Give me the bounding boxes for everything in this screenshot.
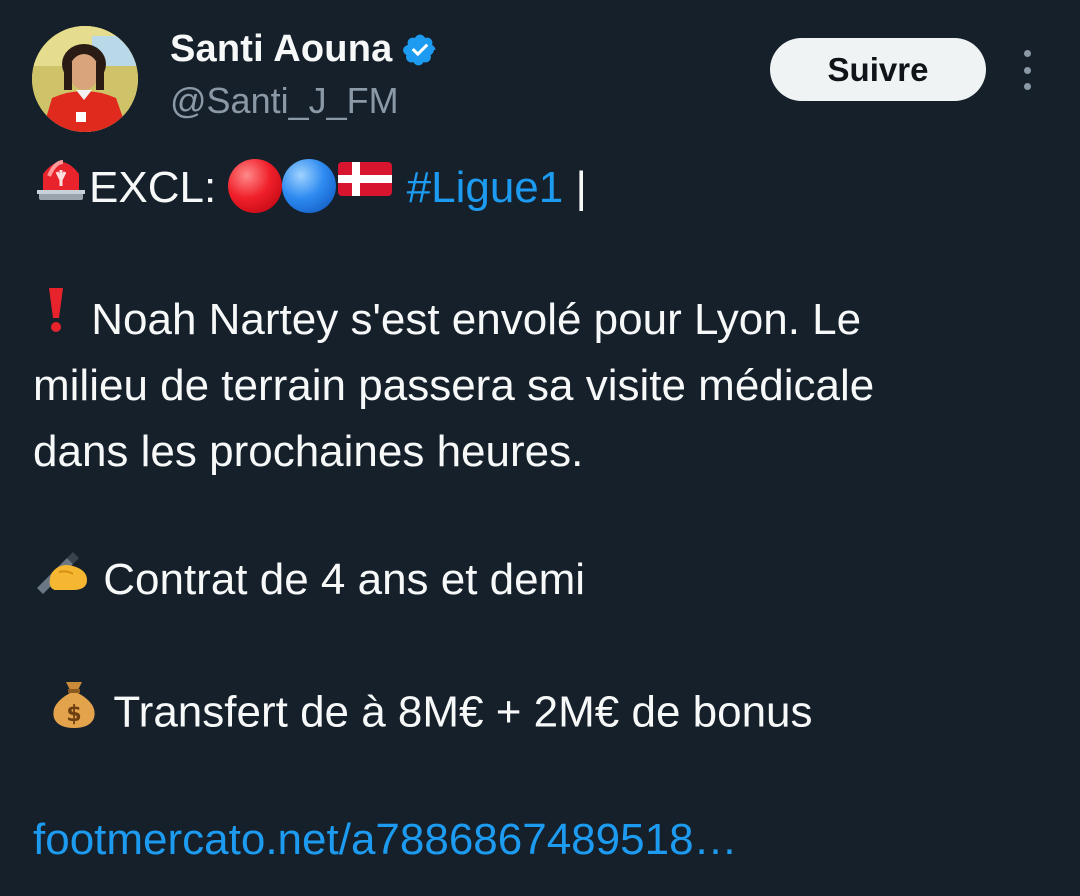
hashtag-link[interactable]: #Ligue1 — [407, 163, 564, 212]
separator: | — [563, 163, 587, 212]
tweet-line: milieu de terrain passera sa visite médi… — [33, 361, 875, 410]
more-dot — [1023, 66, 1031, 74]
para1-line1: Noah Nartey s'est envolé pour Lyon. Le — [79, 295, 862, 344]
author-handle[interactable]: @Santi_J_FM — [170, 80, 399, 122]
follow-button[interactable]: Suivre — [770, 38, 986, 101]
excl-label: EXCL: — [89, 163, 229, 212]
display-name[interactable]: Santi Aouna — [170, 28, 392, 71]
tweet-line: dans les prochaines heures. — [33, 427, 584, 476]
more-options-icon[interactable] — [1010, 50, 1044, 90]
tweet-line: Contrat de 4 ans et demi — [33, 548, 585, 616]
tweet-line: Noah Nartey s'est envolé pour Lyon. Le — [33, 288, 861, 356]
tweet-headline: EXCL: #Ligue1 | — [33, 156, 587, 224]
svg-text:$: $ — [66, 702, 81, 727]
more-dot — [1023, 50, 1031, 57]
tweet-card: Santi Aouna @Santi_J_FM Suivre EXCL: #Li… — [0, 0, 1080, 896]
verified-badge-icon — [402, 32, 438, 68]
author-name-row: Santi Aouna — [170, 28, 438, 71]
avatar[interactable] — [32, 26, 138, 132]
money-bag-icon: $ — [46, 674, 102, 748]
more-dot — [1023, 83, 1031, 90]
red-circle-icon — [228, 159, 283, 214]
transfer-text: Transfert de à 8M€ + 2M€ de bonus — [102, 687, 813, 737]
writing-hand-icon — [33, 544, 91, 612]
article-link[interactable]: footmercato.net/a7886867489518… — [33, 808, 738, 872]
exclamation-icon — [33, 284, 79, 352]
police-light-icon — [33, 152, 89, 220]
tweet-line: $ Transfert de à 8M€ + 2M€ de bonus — [46, 678, 813, 752]
blue-circle-icon — [282, 159, 337, 214]
denmark-flag-icon — [336, 154, 394, 218]
contract-text: Contrat de 4 ans et demi — [91, 555, 586, 604]
